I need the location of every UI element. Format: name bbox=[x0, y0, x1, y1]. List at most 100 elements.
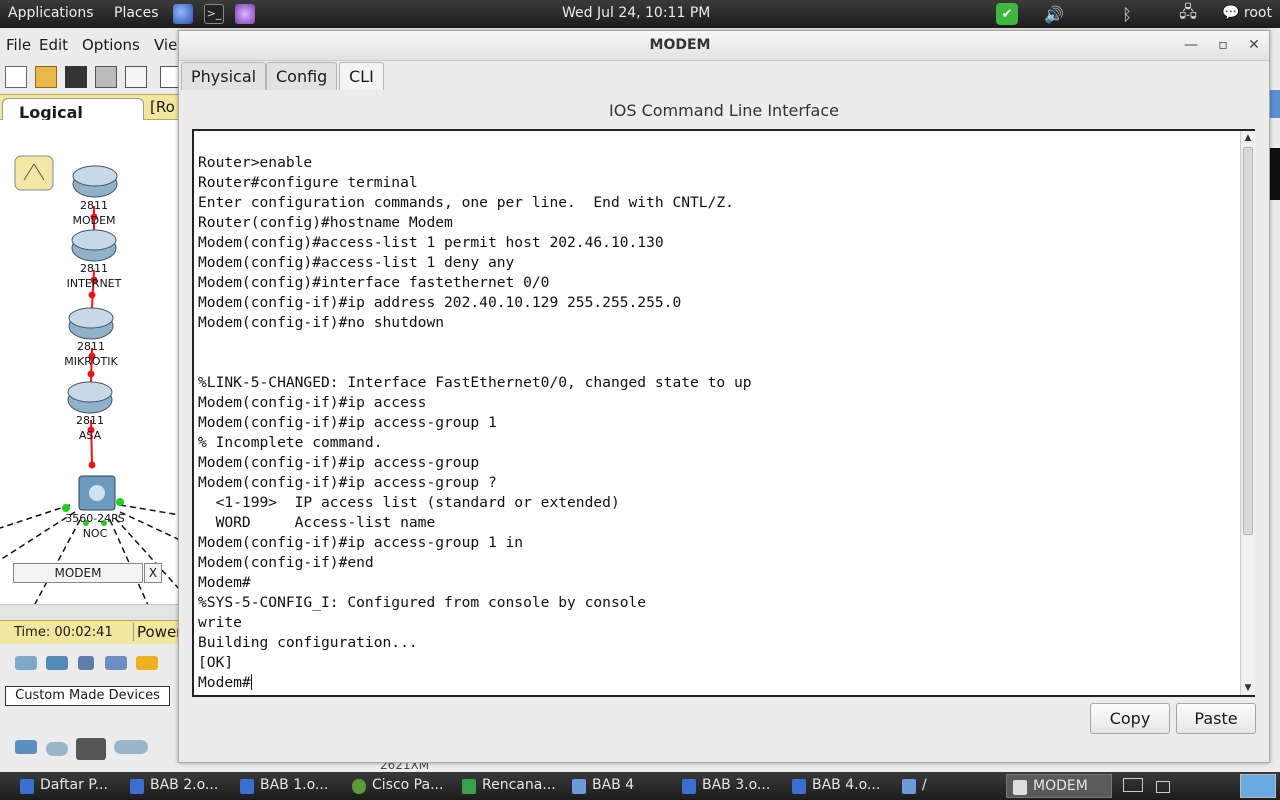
cli-line: %SYS-5-CONFIG_I: Configured from console… bbox=[198, 594, 647, 611]
workspace-horizontal-scrollbar[interactable] bbox=[0, 604, 180, 620]
pt-toolbar bbox=[0, 62, 182, 92]
tab-cli[interactable]: CLI bbox=[339, 62, 384, 90]
cli-line: Modem(config-if)#no shutdown bbox=[198, 314, 445, 331]
maximize-icon[interactable]: ▫ bbox=[1211, 34, 1235, 58]
update-icon[interactable]: ✔ bbox=[996, 3, 1018, 25]
cli-line bbox=[198, 333, 1234, 353]
task-root-folder[interactable]: / bbox=[896, 774, 996, 798]
minimize-icon[interactable]: — bbox=[1179, 34, 1203, 58]
new-icon[interactable] bbox=[5, 66, 27, 88]
router-modem-icon[interactable] bbox=[72, 165, 118, 198]
end-devices-icon[interactable] bbox=[15, 740, 37, 754]
router-asa-icon[interactable] bbox=[67, 381, 113, 414]
show-desktop-icon[interactable] bbox=[1120, 776, 1146, 796]
cli-line: Enter configuration commands, one per li… bbox=[198, 194, 734, 211]
document-icon bbox=[792, 779, 806, 794]
modem-device-window: MODEM — ▫ ✕ Physical Config CLI IOS Comm… bbox=[178, 30, 1270, 763]
terminal-icon[interactable]: >_ bbox=[204, 4, 224, 24]
task-label: BAB 2.o... bbox=[150, 777, 219, 793]
document-icon bbox=[130, 779, 144, 794]
tab-config[interactable]: Config bbox=[266, 62, 338, 90]
root-breadcrumb[interactable]: [Ro bbox=[150, 98, 175, 116]
cli-line: % Incomplete command. bbox=[198, 434, 383, 451]
open-icon[interactable] bbox=[35, 66, 57, 88]
task-bab1[interactable]: BAB 1.o... bbox=[234, 774, 334, 798]
task-bab2[interactable]: BAB 2.o... bbox=[124, 774, 224, 798]
task-bab3[interactable]: BAB 3.o... bbox=[676, 774, 780, 798]
wizard-icon[interactable] bbox=[125, 66, 147, 88]
topology-canvas: 2811 MODEM 2811 INTERNET 2811 MIKROTIK 2… bbox=[0, 155, 180, 632]
cli-vertical-scrollbar[interactable]: ▲ ▼ bbox=[1240, 131, 1255, 695]
device-model: 2811 bbox=[80, 199, 108, 212]
router-internet-icon[interactable] bbox=[71, 229, 117, 262]
cluster-icon[interactable] bbox=[14, 155, 54, 191]
network-icon[interactable]: 🖧 bbox=[1177, 2, 1199, 25]
web-browser-icon[interactable] bbox=[173, 4, 193, 24]
task-label: BAB 4 bbox=[592, 777, 635, 793]
router-mikrotik-icon[interactable] bbox=[68, 307, 114, 340]
power-cycle-button[interactable]: Power bbox=[133, 623, 182, 641]
document-icon bbox=[240, 779, 254, 794]
modem-chip[interactable]: MODEM bbox=[13, 563, 143, 583]
hubs-category-icon[interactable] bbox=[78, 656, 94, 670]
cli-line: <1-199> IP access list (standard or exte… bbox=[198, 494, 620, 511]
cli-line: Building configuration... bbox=[198, 634, 418, 651]
copy-button[interactable]: Copy bbox=[1090, 703, 1170, 734]
places-menu[interactable]: Places bbox=[114, 5, 159, 21]
task-bab4-folder[interactable]: BAB 4 bbox=[566, 774, 666, 798]
menu-view[interactable]: Vie bbox=[154, 36, 177, 54]
device-name: MIKROTIK bbox=[64, 355, 118, 368]
pt-menubar: File Edit Options Vie bbox=[0, 32, 180, 56]
close-icon[interactable]: ✕ bbox=[1242, 34, 1266, 58]
switches-category-icon[interactable] bbox=[46, 656, 68, 670]
task-daftar[interactable]: Daftar P... bbox=[14, 774, 120, 798]
window-title: MODEM bbox=[649, 37, 711, 53]
paste-button[interactable]: Paste bbox=[1176, 703, 1256, 734]
multiuser-cloud-icon[interactable] bbox=[114, 740, 148, 754]
window-list-icon[interactable] bbox=[1156, 781, 1170, 793]
device-name: MODEM bbox=[72, 214, 115, 227]
logical-workspace[interactable]: 2811 MODEM 2811 INTERNET 2811 MIKROTIK 2… bbox=[0, 120, 180, 632]
bluetooth-icon[interactable]: ᛒ bbox=[1116, 3, 1138, 25]
cloud-icon[interactable] bbox=[46, 742, 68, 756]
cli-output[interactable]: Router>enable Router#configure terminal En… bbox=[198, 153, 1234, 693]
pidgin-icon[interactable] bbox=[235, 4, 255, 24]
menu-edit[interactable]: Edit bbox=[39, 36, 68, 54]
clock[interactable]: Wed Jul 24, 10:11 PM bbox=[562, 5, 710, 21]
device-name: NOC bbox=[83, 527, 108, 540]
document-icon bbox=[682, 779, 696, 794]
cli-line: Modem(config-if)#end bbox=[198, 554, 374, 571]
applications-menu[interactable]: Applications bbox=[8, 5, 94, 21]
scroll-up-icon[interactable]: ▲ bbox=[1241, 131, 1255, 145]
routers-category-icon[interactable] bbox=[15, 656, 37, 670]
workspace-switcher[interactable] bbox=[1240, 774, 1276, 798]
task-modem[interactable]: MODEM bbox=[1006, 774, 1112, 798]
cli-line: WORD Access-list name bbox=[198, 514, 436, 531]
device-type-panel: Custom Made Devices bbox=[0, 644, 180, 760]
spreadsheet-icon bbox=[462, 779, 476, 794]
user-menu[interactable]: 💬 root bbox=[1222, 5, 1272, 21]
task-cisco[interactable]: Cisco Pa... bbox=[346, 774, 446, 798]
scroll-down-icon[interactable]: ▼ bbox=[1241, 681, 1255, 695]
cli-line: Router#configure terminal bbox=[198, 174, 418, 191]
modem-chip-close-button[interactable]: X bbox=[144, 563, 162, 583]
task-rencana[interactable]: Rencana... bbox=[456, 774, 560, 798]
menu-file[interactable]: File bbox=[6, 36, 31, 54]
scroll-thumb[interactable] bbox=[1243, 147, 1253, 535]
cli-line: Modem(config)#access-list 1 deny any bbox=[198, 254, 515, 271]
custom-device-icon[interactable] bbox=[76, 738, 106, 760]
print-icon[interactable] bbox=[95, 66, 117, 88]
cli-terminal[interactable]: Router>enable Router#configure terminal En… bbox=[192, 129, 1255, 697]
volume-icon[interactable]: 🔊 bbox=[1043, 3, 1065, 25]
tab-physical[interactable]: Physical bbox=[181, 62, 267, 90]
cli-heading: IOS Command Line Interface bbox=[609, 101, 839, 120]
save-icon[interactable] bbox=[65, 66, 87, 88]
task-bab4-doc[interactable]: BAB 4.o... bbox=[786, 774, 890, 798]
modem-titlebar[interactable]: MODEM — ▫ ✕ bbox=[179, 31, 1269, 61]
wireless-category-icon[interactable] bbox=[105, 656, 127, 670]
cli-line: Modem(config-if)#ip access-group bbox=[198, 454, 480, 471]
folder-icon bbox=[572, 779, 586, 794]
connections-category-icon[interactable] bbox=[136, 656, 158, 670]
cli-line: Modem(config-if)#ip access-group ? bbox=[198, 474, 497, 491]
menu-options[interactable]: Options bbox=[82, 36, 140, 54]
